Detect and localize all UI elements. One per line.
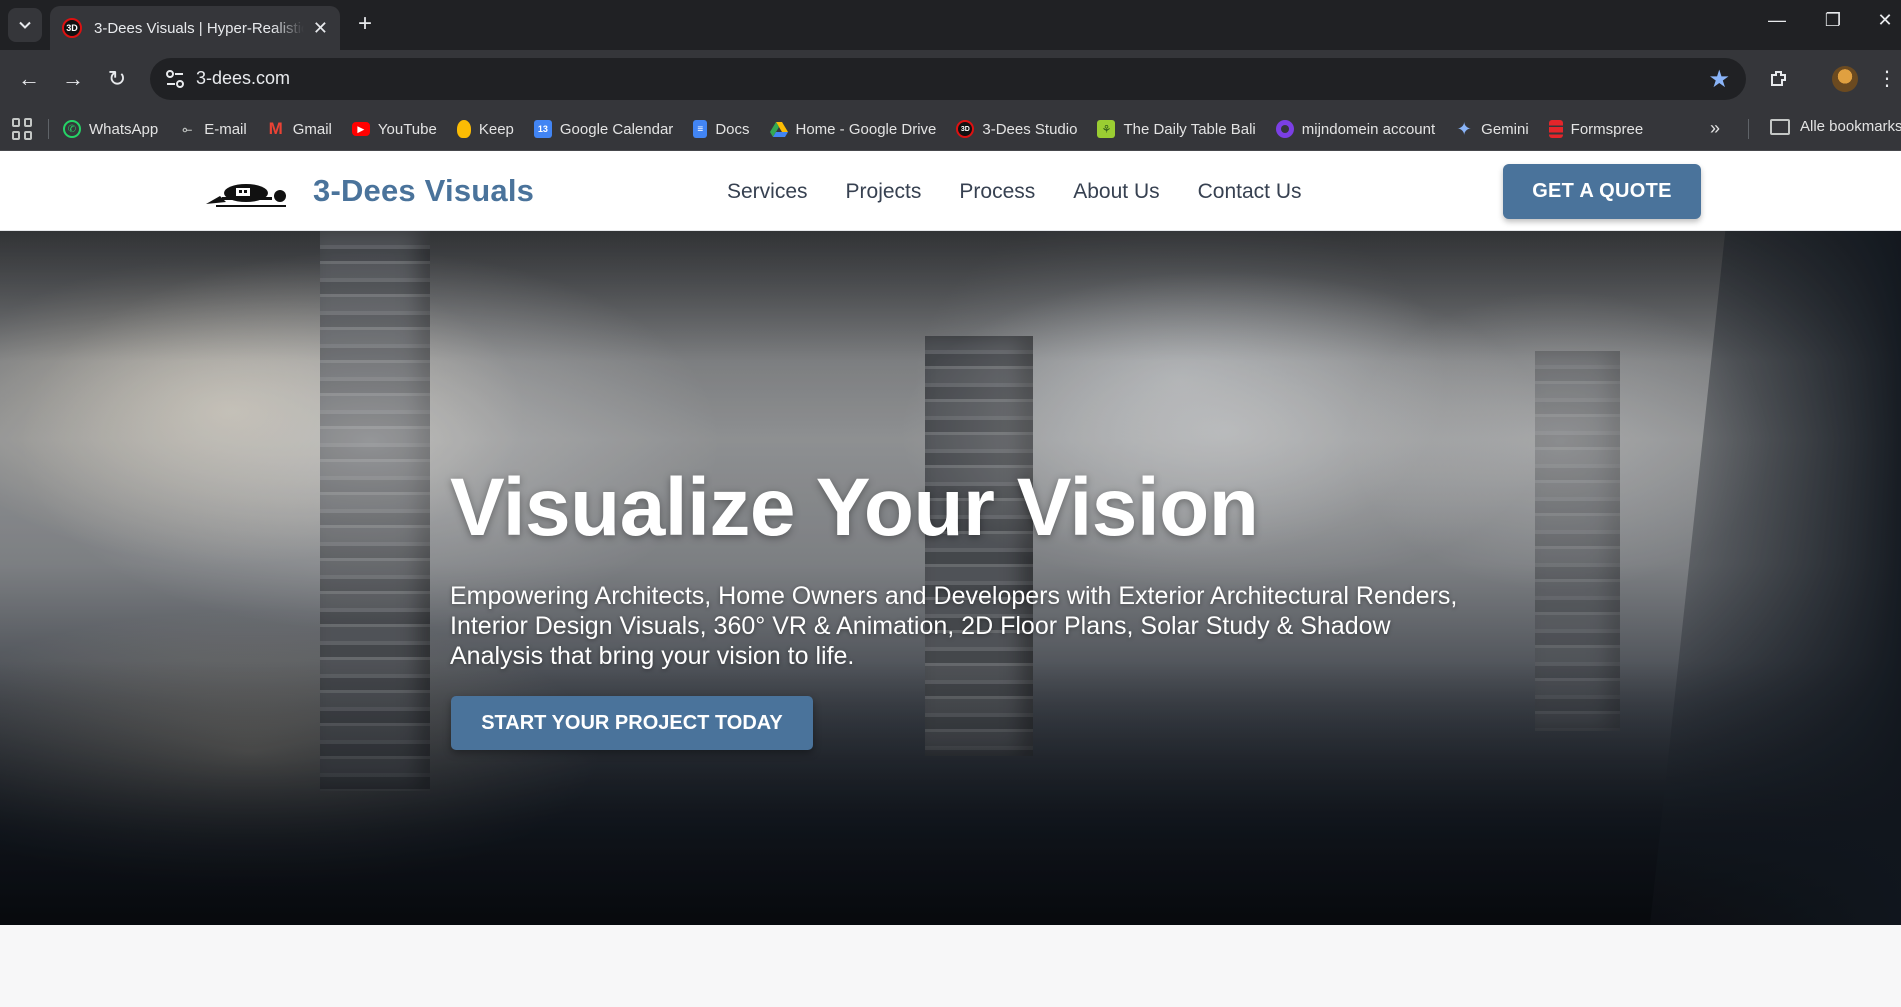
bookmark-label: 3-Dees Studio	[982, 120, 1078, 138]
bookmark-email[interactable]: ⟜ E-mail	[178, 120, 247, 138]
bookmark-google-calendar[interactable]: 13 Google Calendar	[533, 120, 674, 138]
more-bookmarks-icon[interactable]: »	[1710, 118, 1720, 139]
back-arrow-icon[interactable]: ←	[14, 64, 44, 94]
mijndomein-icon	[1275, 120, 1294, 138]
restore-icon[interactable]: ❐	[1818, 10, 1848, 31]
main-navigation: Services Projects Process About Us Conta…	[727, 180, 1340, 204]
bookmark-formspree[interactable]: Formspree	[1548, 120, 1644, 138]
bookmark-docs[interactable]: ≡ Docs	[693, 120, 750, 138]
formspree-icon	[1548, 120, 1563, 138]
bookmark-label: mijndomein account	[1301, 120, 1436, 138]
bookmark-google-drive[interactable]: Home - Google Drive	[769, 120, 937, 138]
bookmark-label: Gmail	[292, 120, 332, 138]
calendar-icon: 13	[533, 120, 552, 138]
bookmark-gmail[interactable]: M Gmail	[267, 119, 332, 138]
profile-avatar[interactable]	[1832, 66, 1858, 92]
whatsapp-icon: ✆	[63, 120, 81, 138]
bookmark-label: WhatsApp	[89, 120, 159, 138]
nav-services[interactable]: Services	[727, 180, 808, 204]
extensions-icon[interactable]	[1764, 64, 1794, 94]
nav-process[interactable]: Process	[959, 180, 1035, 204]
hero-title: Visualize Your Vision	[450, 462, 1259, 553]
bookmark-label: Gemini	[1481, 120, 1529, 138]
table-icon: ⚘	[1097, 120, 1116, 138]
bookmark-label: Google Calendar	[559, 120, 674, 138]
brand-name[interactable]: 3-Dees Visuals	[313, 173, 534, 209]
bookmark-star-icon[interactable]: ★	[1708, 65, 1730, 94]
active-tab[interactable]: 3D 3-Dees Visuals | Hyper-Realistic ✕	[50, 6, 340, 50]
address-bar[interactable]: 3-dees.com ★	[150, 58, 1746, 100]
bookmark-gemini[interactable]: ✦ Gemini	[1455, 118, 1529, 139]
email-icon: ⟜	[182, 121, 192, 136]
site-favicon-icon: 3D	[62, 18, 82, 38]
all-bookmarks-button[interactable]: Alle bookmarks	[1770, 118, 1901, 135]
apps-grid-icon[interactable]	[12, 118, 34, 140]
tab-bar: 3D 3-Dees Visuals | Hyper-Realistic ✕ + …	[0, 0, 1901, 50]
hero-subtitle: Empowering Architects, Home Owners and D…	[450, 582, 1458, 670]
nav-projects[interactable]: Projects	[846, 180, 922, 204]
nav-about-us[interactable]: About Us	[1073, 180, 1159, 204]
site-header: 3-Dees Visuals Services Projects Process…	[0, 151, 1901, 231]
browser-toolbar: ← → ↻ 3-dees.com ★ ⋮	[0, 50, 1901, 108]
bookmark-label: YouTube	[377, 120, 437, 138]
bookmark-daily-table-bali[interactable]: ⚘ The Daily Table Bali	[1097, 120, 1256, 138]
reload-icon[interactable]: ↻	[102, 64, 132, 94]
tab-close-icon[interactable]: ✕	[313, 19, 328, 37]
start-project-button[interactable]: START YOUR PROJECT TODAY	[451, 696, 813, 750]
bookmarks-bar: ✆ WhatsApp ⟜ E-mail M Gmail ▶ YouTube Ke…	[0, 108, 1901, 151]
bookmark-mijndomein[interactable]: mijndomein account	[1275, 120, 1436, 138]
docs-icon: ≡	[693, 120, 708, 138]
bookmarks-divider	[1748, 119, 1749, 139]
next-section	[0, 925, 1901, 1007]
bookmark-label: Keep	[478, 120, 514, 138]
drive-icon	[769, 120, 788, 138]
nav-contact-us[interactable]: Contact Us	[1198, 180, 1302, 204]
tab-search-button[interactable]	[8, 8, 42, 42]
youtube-icon: ▶	[351, 122, 370, 136]
url-text: 3-dees.com	[196, 68, 291, 88]
keep-icon	[456, 120, 471, 138]
site-settings-icon[interactable]	[164, 68, 186, 90]
bookmark-3-dees-studio[interactable]: 3D 3-Dees Studio	[956, 120, 1077, 138]
bookmark-label: Formspree	[1570, 120, 1644, 138]
bookmark-youtube[interactable]: ▶ YouTube	[351, 120, 437, 138]
bookmark-whatsapp[interactable]: ✆ WhatsApp	[63, 120, 158, 138]
hero-overlay	[0, 231, 1901, 925]
menu-icon[interactable]: ⋮	[1872, 64, 1901, 94]
logo-icon[interactable]	[206, 176, 292, 208]
all-bookmarks-label: Alle bookmarks	[1800, 118, 1901, 135]
gemini-icon: ✦	[1456, 118, 1472, 139]
tab-title: 3-Dees Visuals | Hyper-Realistic	[94, 19, 304, 37]
bookmark-label: E-mail	[204, 120, 247, 138]
new-tab-button[interactable]: +	[352, 12, 378, 38]
minimize-icon[interactable]: —	[1762, 10, 1792, 31]
folder-icon	[1770, 118, 1790, 135]
get-a-quote-button[interactable]: GET A QUOTE	[1503, 164, 1701, 219]
forward-arrow-icon[interactable]: →	[58, 64, 88, 94]
chevron-down-icon	[19, 21, 31, 29]
bookmark-label: Docs	[715, 120, 750, 138]
close-window-icon[interactable]: ✕	[1870, 10, 1900, 31]
bookmark-label: The Daily Table Bali	[1123, 120, 1256, 138]
bookmark-label: Home - Google Drive	[795, 120, 937, 138]
bookmarks-divider	[48, 119, 49, 139]
bookmark-keep[interactable]: Keep	[456, 120, 514, 138]
gmail-icon: M	[268, 119, 283, 138]
studio-icon: 3D	[956, 120, 975, 138]
hero-section: Visualize Your Vision Empowering Archite…	[0, 231, 1901, 925]
